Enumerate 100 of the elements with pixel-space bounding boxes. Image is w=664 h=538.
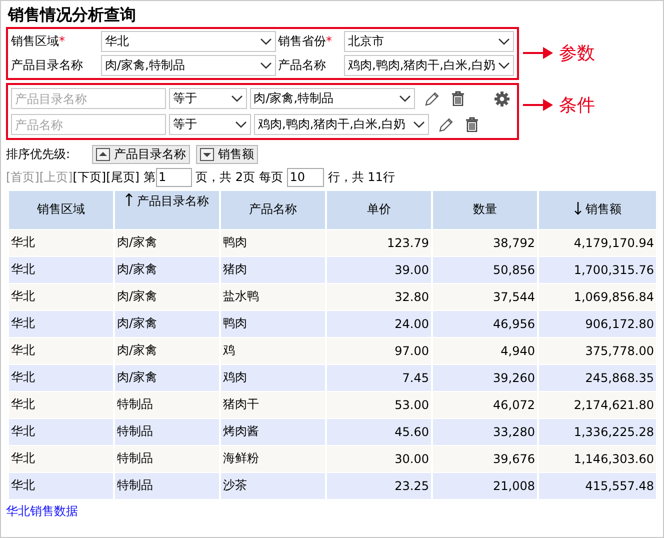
table-cell: 33,280	[432, 418, 538, 445]
table-cell: 特制品	[114, 391, 220, 418]
table-cell: 肉/家禽	[114, 283, 220, 310]
parameter-select[interactable]: 肉/家禽,特制品	[101, 55, 276, 76]
field-label: 销售省份*	[278, 33, 333, 50]
condition-field[interactable]: 产品目录名称	[11, 88, 166, 109]
table-cell: 46,072	[432, 391, 538, 418]
table-cell: 肉/家禽	[114, 229, 220, 256]
table-cell: 97.00	[326, 337, 432, 364]
table-cell: 烤肉酱	[220, 418, 326, 445]
table-cell: 37,544	[432, 283, 538, 310]
parameter-select[interactable]: 北京市	[344, 31, 514, 52]
chevron-down-icon	[498, 38, 510, 46]
column-header[interactable]: 销售额	[538, 191, 657, 229]
table-cell: 华北	[9, 418, 114, 445]
table-cell: 39,676	[432, 445, 538, 472]
table-cell: 21,008	[432, 472, 538, 499]
annotation-label: 参数	[559, 42, 595, 65]
value-select[interactable]: 鸡肉,鸭肉,猪肉干,白米,白奶	[254, 114, 429, 135]
report-link[interactable]: 华北销售数据	[6, 504, 78, 519]
pager-text: 行，共 11行	[328, 168, 395, 186]
table-cell: 39.00	[326, 256, 432, 283]
sort-button[interactable]: 销售额	[196, 144, 258, 164]
table-cell: 鸡	[220, 337, 326, 364]
table-cell: 4,940	[432, 337, 538, 364]
edit-icon[interactable]	[424, 90, 440, 106]
table-cell: 沙茶	[220, 472, 326, 499]
table-cell: 32.80	[326, 283, 432, 310]
table-cell: 123.79	[326, 229, 432, 256]
operator-select[interactable]: 等于	[169, 88, 247, 109]
field-label: 销售区域*	[11, 33, 66, 50]
edit-icon[interactable]	[438, 116, 454, 132]
table-cell: 45.60	[326, 418, 432, 445]
page-input[interactable]: 1	[156, 168, 192, 186]
parameter-select[interactable]: 鸡肉,鸭肉,猪肉干,白米,白奶	[344, 55, 514, 76]
table-cell: 鸡肉	[220, 364, 326, 391]
column-header[interactable]: 产品目录名称	[114, 191, 220, 229]
rows-per-page-input[interactable]: 10	[286, 168, 324, 186]
table-cell: 特制品	[114, 418, 220, 445]
table-cell: 鸭肉	[220, 310, 326, 337]
page-title: 销售情况分析查询	[6, 5, 137, 26]
chevron-down-icon	[399, 94, 411, 102]
table-cell: 特制品	[114, 472, 220, 499]
arrow-right-icon	[523, 98, 553, 112]
table-cell: 猪肉	[220, 256, 326, 283]
table-cell: 肉/家禽	[114, 256, 220, 283]
pager-link[interactable]: [尾页]	[106, 168, 140, 186]
table-cell: 39,260	[432, 364, 538, 391]
table-cell: 特制品	[114, 445, 220, 472]
table-cell: 375,778.00	[538, 337, 657, 364]
table-cell: 华北	[9, 229, 114, 256]
table-cell: 海鲜粉	[220, 445, 326, 472]
table-cell: 盐水鸭	[220, 283, 326, 310]
table-cell: 肉/家禽	[114, 337, 220, 364]
column-header[interactable]: 销售区域	[9, 191, 114, 229]
chevron-down-icon	[260, 62, 272, 70]
sort-label: 排序优先级:	[6, 146, 70, 162]
table-cell: 4,179,170.94	[538, 229, 657, 256]
table-cell: 华北	[9, 472, 114, 499]
table-cell: 50,856	[432, 256, 538, 283]
annotation-label: 条件	[559, 94, 595, 117]
pager-link[interactable]: [下页]	[72, 168, 106, 186]
column-header[interactable]: 数量	[432, 191, 538, 229]
table-cell: 906,172.80	[538, 310, 657, 337]
parameter-select[interactable]: 华北	[101, 31, 276, 52]
table-cell: 1,069,856.84	[538, 283, 657, 310]
table-cell: 鸭肉	[220, 229, 326, 256]
table-cell: 1,336,225.28	[538, 418, 657, 445]
table-cell: 华北	[9, 391, 114, 418]
column-header[interactable]: 产品名称	[220, 191, 326, 229]
chevron-down-icon	[235, 120, 247, 128]
table-cell: 华北	[9, 283, 114, 310]
delete-icon[interactable]	[465, 117, 479, 132]
pager-text: 页，共 2页 每页	[196, 168, 283, 186]
field-label: 产品目录名称	[11, 57, 84, 74]
table-cell: 2,174,621.80	[538, 391, 657, 418]
operator-select[interactable]: 等于	[169, 114, 251, 135]
table-cell: 华北	[9, 337, 114, 364]
pager-text: 第	[144, 168, 156, 186]
delete-icon[interactable]	[451, 91, 465, 106]
value-select[interactable]: 肉/家禽,特制品	[250, 88, 415, 109]
settings-icon[interactable]	[494, 90, 510, 106]
field-label: 产品名称	[278, 57, 327, 74]
table-cell: 415,557.48	[538, 472, 657, 499]
column-header[interactable]: 单价	[326, 191, 432, 229]
sort-button[interactable]: 产品目录名称	[92, 144, 190, 164]
table-cell: 7.45	[326, 364, 432, 391]
table-cell: 华北	[9, 364, 114, 391]
table-cell: 23.25	[326, 472, 432, 499]
table-cell: 46,956	[432, 310, 538, 337]
chevron-down-icon	[413, 120, 425, 128]
chevron-down-icon	[498, 62, 510, 70]
table-cell: 华北	[9, 256, 114, 283]
chevron-down-icon	[260, 38, 272, 46]
table-cell: 华北	[9, 445, 114, 472]
condition-field[interactable]: 产品名称	[11, 114, 166, 135]
table-cell: 肉/家禽	[114, 310, 220, 337]
table-cell: 53.00	[326, 391, 432, 418]
table-cell: 245,868.35	[538, 364, 657, 391]
table-cell: 24.00	[326, 310, 432, 337]
